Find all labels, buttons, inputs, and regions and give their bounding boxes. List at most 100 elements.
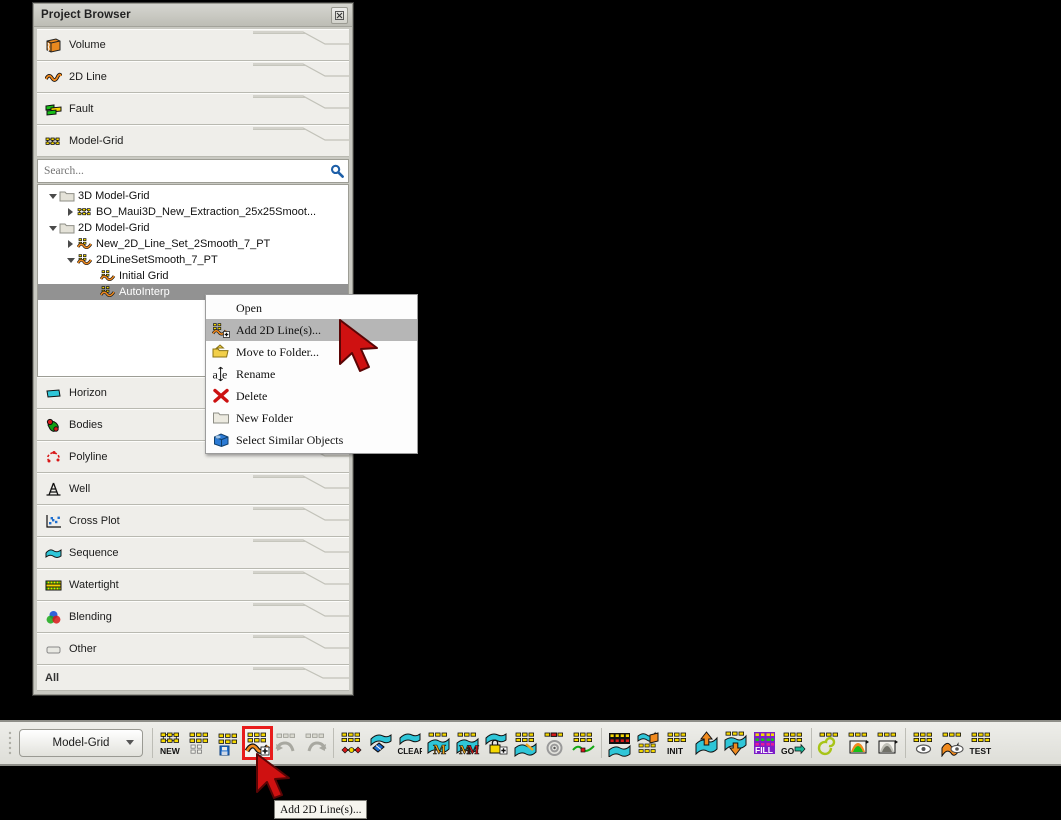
sidebar-item-watertight[interactable]: Watertight xyxy=(37,569,349,601)
grid-undo-icon xyxy=(274,730,299,757)
model-grid-undo-button[interactable] xyxy=(273,728,300,758)
model-grid-new-button[interactable]: NEW xyxy=(157,728,184,758)
model-grid-fill-button[interactable]: FILL xyxy=(751,728,778,758)
grid-merge-m2-icon: MM xyxy=(455,730,480,757)
tree-item[interactable]: Initial Grid xyxy=(38,268,348,284)
grid-2d-icon xyxy=(100,269,116,283)
object-type-select[interactable]: Model-Grid xyxy=(19,729,143,757)
move-to-folder-icon xyxy=(212,344,230,360)
model-grid-gray-button[interactable] xyxy=(874,728,901,758)
tree-item-label: 3D Model-Grid xyxy=(78,190,150,202)
tree-item[interactable]: 2DLineSetSmooth_7_PT xyxy=(38,252,348,268)
model-grid-view2-button[interactable] xyxy=(939,728,966,758)
sidebar-item-other[interactable]: Other xyxy=(37,633,349,665)
model-grid-save-button[interactable] xyxy=(215,728,242,758)
object-type-select-value: Model-Grid xyxy=(52,737,110,749)
model-grid-merge-button[interactable]: M xyxy=(425,728,452,758)
panel-titlebar: Project Browser xyxy=(34,4,352,27)
grid-down-arrow-icon xyxy=(723,730,748,757)
sidebar-item-well[interactable]: Well xyxy=(37,473,349,505)
model-grid-up-button[interactable] xyxy=(693,728,720,758)
sidebar-item-sequence[interactable]: Sequence xyxy=(37,537,349,569)
model-grid-matrix-button[interactable] xyxy=(606,728,633,758)
tree-item[interactable]: 2D Model-Grid xyxy=(38,220,348,236)
sidebar-item-fault[interactable]: Fault xyxy=(37,93,349,125)
close-icon[interactable] xyxy=(331,7,348,24)
toolbar-separator xyxy=(811,728,812,758)
add-2d-lines-button[interactable] xyxy=(242,726,273,760)
context-menu-item-open[interactable]: Open xyxy=(206,297,417,319)
sidebar-item-label: Watertight xyxy=(69,579,119,591)
model-grid-erase-button[interactable] xyxy=(367,728,394,758)
chevron-right-icon[interactable] xyxy=(64,240,77,248)
page-title: Project Browser xyxy=(41,9,131,21)
tree-item[interactable]: BO_Maui3D_New_Extraction_25x25Smoot... xyxy=(38,204,348,220)
search-icon[interactable] xyxy=(330,164,344,178)
tree-item[interactable]: New_2D_Line_Set_2Smooth_7_PT xyxy=(38,236,348,252)
grid-new-icon: NEW xyxy=(158,730,183,757)
model-grid-coil-button[interactable] xyxy=(816,728,843,758)
sidebar-item-volume[interactable]: Volume xyxy=(37,29,349,61)
sidebar-item-blending[interactable]: Blending xyxy=(37,601,349,633)
tab-ribbon xyxy=(253,602,349,632)
sidebar-item-2d-line[interactable]: 2D Line xyxy=(37,61,349,93)
sidebar-item-label: 2D Line xyxy=(69,71,107,83)
search-box[interactable] xyxy=(37,159,349,183)
sidebar-item-label: All xyxy=(45,672,60,684)
model-grid-spiral-button[interactable] xyxy=(541,728,568,758)
tree-item-label: AutoInterp xyxy=(119,286,170,298)
context-menu-item-label: Add 2D Line(s)... xyxy=(236,323,321,337)
sidebar-item-label: Cross Plot xyxy=(69,515,120,527)
grid-edit-icon xyxy=(513,730,538,757)
toolbar-separator xyxy=(152,728,153,758)
chevron-down-icon[interactable] xyxy=(46,193,59,199)
search-input[interactable] xyxy=(42,164,330,178)
sidebar-item-all[interactable]: All xyxy=(37,665,349,691)
context-menu-item-add-2d-lines[interactable]: Add 2D Line(s)... xyxy=(206,319,417,341)
model-grid-down-button[interactable] xyxy=(722,728,749,758)
context-menu-item-label: Delete xyxy=(236,389,268,403)
sidebar-item-label: Horizon xyxy=(69,387,107,399)
model-grid-snake-button[interactable] xyxy=(570,728,597,758)
model-grid-edit-button[interactable] xyxy=(512,728,539,758)
grid-stack-icon: INIT xyxy=(665,730,690,757)
model-grid-view-button[interactable] xyxy=(910,728,937,758)
model-grid-open-button[interactable] xyxy=(186,728,213,758)
sidebar-item-model-grid[interactable]: Model-Grid xyxy=(37,125,349,157)
model-grid-nodes-button[interactable] xyxy=(338,728,365,758)
tab-ribbon xyxy=(253,634,349,664)
tab-ribbon xyxy=(253,94,349,124)
model-grid-redo-button[interactable] xyxy=(302,728,329,758)
model-grid-lock-button[interactable] xyxy=(483,728,510,758)
grid-coil-icon xyxy=(817,730,842,757)
tree-item[interactable]: 3D Model-Grid xyxy=(38,188,348,204)
context-menu-item-delete[interactable]: Delete xyxy=(206,385,417,407)
model-grid-test-button[interactable]: TEST xyxy=(968,728,995,758)
sidebar-item-cross-plot[interactable]: Cross Plot xyxy=(37,505,349,537)
toolbar-separator xyxy=(333,728,334,758)
model-grid-merge-all-button[interactable]: MM xyxy=(454,728,481,758)
tab-ribbon xyxy=(253,30,349,60)
context-menu-item-rename[interactable]: ae Rename xyxy=(206,363,417,385)
model-grid-stack-button[interactable]: INIT xyxy=(664,728,691,758)
toolbar-drag-handle[interactable] xyxy=(7,728,16,758)
sidebar-item-label: Sequence xyxy=(69,547,119,559)
chevron-down-icon[interactable] xyxy=(64,257,77,263)
context-menu-item-select-similar-objects[interactable]: Select Similar Objects xyxy=(206,429,417,451)
chevron-down-icon[interactable] xyxy=(46,225,59,231)
chevron-right-icon[interactable] xyxy=(64,208,77,216)
sidebar-item-label: Fault xyxy=(69,103,94,115)
model-grid-clear-button[interactable]: CLEAR xyxy=(396,728,423,758)
sidebar-item-label: Blending xyxy=(69,611,112,623)
svg-text:CLEAR: CLEAR xyxy=(398,747,423,756)
model-grid-go-button[interactable]: GO xyxy=(780,728,807,758)
context-menu-item-new-folder[interactable]: New Folder xyxy=(206,407,417,429)
context-menu[interactable]: Open Add 2D Line(s)... Move to Folder...… xyxy=(205,294,418,454)
model-grid-icon xyxy=(77,205,93,219)
context-menu-item-label: Move to Folder... xyxy=(236,345,319,359)
chevron-down-icon[interactable] xyxy=(126,740,134,745)
model-grid-color-button[interactable] xyxy=(845,728,872,758)
volume-icon xyxy=(45,37,62,53)
context-menu-item-move-to-folder[interactable]: Move to Folder... xyxy=(206,341,417,363)
model-grid-surface-button[interactable] xyxy=(635,728,662,758)
